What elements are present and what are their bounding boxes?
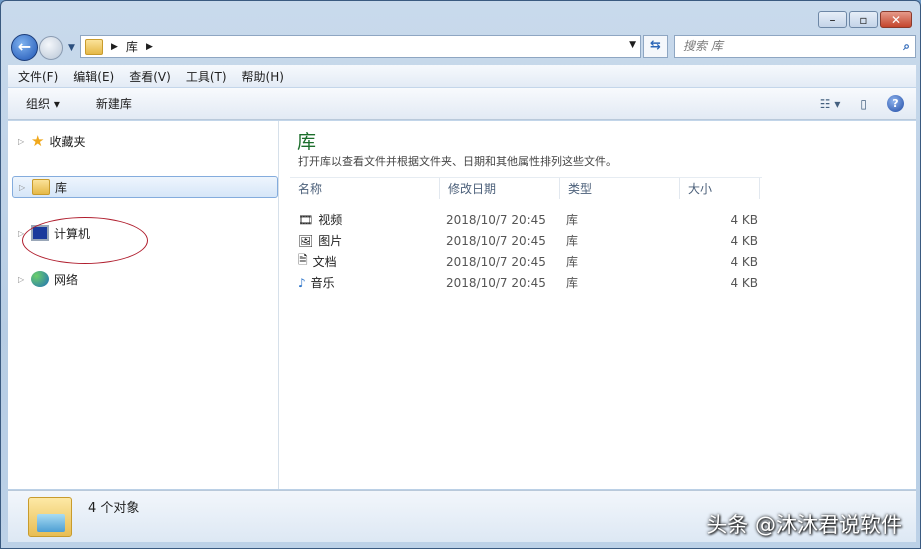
row-date: 2018/10/7 20:45 bbox=[446, 275, 546, 290]
table-row[interactable]: 🖼 图片 2018/10/7 20:45 库 4 KB bbox=[298, 230, 758, 251]
row-type: 库 bbox=[566, 213, 579, 227]
row-date: 2018/10/7 20:45 bbox=[446, 233, 546, 248]
new-library-button[interactable]: 新建库 bbox=[78, 95, 150, 112]
menu-view[interactable]: 查看(V) bbox=[129, 68, 171, 85]
close-button[interactable]: ✕ bbox=[880, 11, 912, 28]
row-name: 视频 bbox=[318, 213, 343, 227]
preview-pane-icon[interactable]: ▯ bbox=[860, 97, 867, 111]
address-dropdown[interactable]: ▼ bbox=[629, 40, 636, 50]
back-button[interactable]: ← bbox=[11, 34, 38, 61]
expand-icon[interactable]: ▷ bbox=[19, 183, 27, 192]
table-row[interactable]: 🎞 视频 2018/10/7 20:45 库 4 KB bbox=[298, 209, 758, 230]
column-type[interactable]: 类型 bbox=[560, 178, 680, 199]
menu-file[interactable]: 文件(F) bbox=[18, 68, 58, 85]
row-type: 库 bbox=[566, 255, 579, 269]
tree-label: 库 bbox=[55, 180, 68, 195]
chevron-right-icon[interactable]: ▶ bbox=[111, 42, 118, 52]
library-icon bbox=[28, 497, 72, 537]
explorer-window: – ▫ ✕ ← ▼ ▶ 库 ▶ ▼ ⇆ 搜索 库 ⌕ 文件(F) 编辑(E) 查看… bbox=[0, 0, 921, 549]
column-size[interactable]: 大小 bbox=[680, 178, 760, 199]
network-icon bbox=[31, 271, 49, 287]
row-type: 库 bbox=[566, 234, 579, 248]
view-options-icon[interactable]: ☷ ▾ bbox=[820, 97, 841, 111]
menu-tools[interactable]: 工具(T) bbox=[186, 68, 227, 85]
page-subtitle: 打开库以查看文件并根据文件夹、日期和其他属性排列这些文件。 bbox=[298, 155, 617, 168]
annotation-ellipse bbox=[22, 217, 148, 264]
row-size: 4 KB bbox=[730, 212, 758, 227]
minimize-button[interactable]: – bbox=[818, 11, 847, 28]
search-icon[interactable]: ⌕ bbox=[903, 36, 910, 57]
tree-label: 收藏夹 bbox=[49, 134, 86, 149]
refresh-button[interactable]: ⇆ bbox=[643, 35, 668, 58]
column-name[interactable]: 名称 bbox=[290, 178, 440, 199]
menu-edit[interactable]: 编辑(E) bbox=[73, 68, 114, 85]
navigation-pane: ▷ ★ 收藏夹 ▷ 库 ▷ 计算机 ▷ 网络 bbox=[8, 121, 279, 489]
star-icon: ★ bbox=[31, 132, 45, 150]
forward-button[interactable] bbox=[39, 36, 63, 60]
row-name: 文档 bbox=[312, 255, 337, 269]
tree-item-libraries[interactable]: ▷ 库 bbox=[12, 176, 278, 198]
search-input[interactable]: 搜索 库 ⌕ bbox=[674, 35, 916, 58]
search-placeholder: 搜索 库 bbox=[683, 39, 723, 53]
row-size: 4 KB bbox=[730, 275, 758, 290]
column-header: 名称 修改日期 类型 大小 bbox=[290, 177, 762, 199]
status-bar: 4 个对象 头条 @沐沐君说软件 bbox=[8, 490, 916, 542]
library-icon bbox=[32, 179, 50, 195]
tree-label: 网络 bbox=[54, 272, 79, 287]
row-size: 4 KB bbox=[730, 254, 758, 269]
row-size: 4 KB bbox=[730, 233, 758, 248]
tree-item-favorites[interactable]: ▷ ★ 收藏夹 bbox=[12, 130, 278, 152]
row-type: 库 bbox=[566, 276, 579, 290]
menu-help[interactable]: 帮助(H) bbox=[242, 68, 284, 85]
expand-icon[interactable]: ▷ bbox=[18, 275, 26, 284]
breadcrumb-library[interactable]: 库 bbox=[126, 38, 138, 55]
picture-icon: 🖼 bbox=[298, 233, 314, 248]
row-name: 音乐 bbox=[310, 276, 335, 290]
row-date: 2018/10/7 20:45 bbox=[446, 254, 546, 269]
organize-button[interactable]: 组织 ▾ bbox=[8, 95, 78, 112]
item-count: 4 个对象 bbox=[88, 501, 140, 516]
table-row[interactable]: 🗎 文档 2018/10/7 20:45 库 4 KB bbox=[298, 251, 758, 272]
library-icon bbox=[85, 38, 103, 55]
command-bar: 组织 ▾ 新建库 ☷ ▾ ▯ ? bbox=[8, 88, 916, 120]
row-name: 图片 bbox=[318, 234, 343, 248]
maximize-button[interactable]: ▫ bbox=[849, 11, 878, 28]
expand-icon[interactable]: ▷ bbox=[18, 137, 26, 146]
content-pane: 库 打开库以查看文件并根据文件夹、日期和其他属性排列这些文件。 名称 修改日期 … bbox=[280, 121, 916, 489]
column-date[interactable]: 修改日期 bbox=[440, 178, 560, 199]
page-title: 库 bbox=[297, 131, 317, 153]
document-icon: 🗎 bbox=[298, 253, 308, 267]
address-bar[interactable]: ▶ 库 ▶ ▼ bbox=[80, 35, 641, 58]
video-icon: 🎞 bbox=[298, 212, 314, 227]
tree-item-network[interactable]: ▷ 网络 bbox=[12, 268, 278, 290]
music-icon: ♪ bbox=[298, 275, 306, 290]
help-icon[interactable]: ? bbox=[887, 95, 904, 112]
table-row[interactable]: ♪ 音乐 2018/10/7 20:45 库 4 KB bbox=[298, 272, 758, 293]
recent-pages-dropdown[interactable]: ▼ bbox=[68, 43, 75, 53]
watermark: 头条 @沐沐君说软件 bbox=[706, 513, 902, 537]
row-date: 2018/10/7 20:45 bbox=[446, 212, 546, 227]
menu-bar: 文件(F) 编辑(E) 查看(V) 工具(T) 帮助(H) bbox=[8, 65, 916, 87]
chevron-right-icon[interactable]: ▶ bbox=[146, 42, 153, 52]
